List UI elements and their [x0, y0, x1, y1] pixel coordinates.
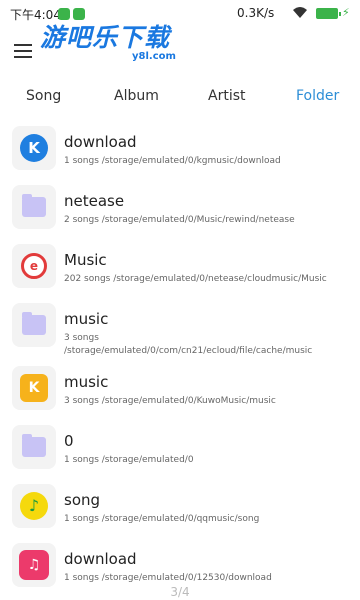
tab-bar: Song Album Artist Folder — [0, 84, 360, 112]
folder-icon — [12, 303, 56, 347]
list-item[interactable]: music 3 songs /storage/emulated/0/com/cn… — [0, 295, 360, 358]
watermark-text: 游吧乐下载 — [40, 23, 171, 52]
folder-name: 0 — [64, 432, 74, 450]
folder-icon — [12, 425, 56, 469]
folder-path: 1 songs /storage/emulated/0/12530/downlo… — [64, 573, 272, 583]
netease-app-icon: e — [12, 244, 56, 288]
watermark-subtext: y8l.com — [132, 51, 176, 62]
page-indicator: 3/4 — [170, 585, 190, 599]
folder-name: download — [64, 133, 137, 151]
folder-path: 1 songs /storage/emulated/0 — [64, 455, 194, 465]
list-item[interactable]: ♪ song 1 songs /storage/emulated/0/qqmus… — [0, 476, 360, 535]
folder-icon — [12, 185, 56, 229]
folder-list: K download 1 songs /storage/emulated/0/k… — [0, 118, 360, 594]
list-item[interactable]: e Music 202 songs /storage/emulated/0/ne… — [0, 236, 360, 295]
list-item[interactable]: K download 1 songs /storage/emulated/0/k… — [0, 118, 360, 177]
network-speed: 0.3K/s — [237, 6, 275, 20]
tab-album[interactable]: Album — [114, 88, 159, 104]
folder-path: 1 songs /storage/emulated/0/qqmusic/song — [64, 514, 260, 524]
qqmusic-app-icon: ♪ — [12, 484, 56, 528]
kuwo-app-icon: K — [12, 366, 56, 410]
list-item[interactable]: netease 2 songs /storage/emulated/0/Musi… — [0, 177, 360, 236]
folder-path: 202 songs /storage/emulated/0/netease/cl… — [64, 274, 327, 284]
folder-path: 2 songs /storage/emulated/0/Music/rewind… — [64, 215, 295, 225]
tab-folder[interactable]: Folder — [296, 88, 339, 104]
list-item[interactable]: 0 1 songs /storage/emulated/0 — [0, 417, 360, 476]
folder-name: music — [64, 310, 109, 328]
folder-path: 1 songs /storage/emulated/0/kgmusic/down… — [64, 156, 281, 166]
folder-name: download — [64, 550, 137, 568]
battery-icon — [316, 8, 341, 19]
migu-app-icon: ♫ — [12, 543, 56, 587]
folder-name: song — [64, 491, 101, 509]
charging-icon: ⚡ — [342, 6, 350, 19]
folder-name: Music — [64, 251, 107, 269]
tab-song[interactable]: Song — [26, 88, 61, 104]
hamburger-icon[interactable] — [14, 44, 32, 58]
list-item[interactable]: K music 3 songs /storage/emulated/0/Kuwo… — [0, 358, 360, 417]
folder-path: 3 songs /storage/emulated/0/com/cn21/ecl… — [64, 333, 313, 356]
kugou-app-icon: K — [12, 126, 56, 170]
watermark-logo: 游吧乐下载 y8l.com — [40, 18, 190, 68]
wifi-icon — [293, 7, 307, 18]
tab-artist[interactable]: Artist — [208, 88, 246, 104]
folder-path: 3 songs /storage/emulated/0/KuwoMusic/mu… — [64, 396, 276, 406]
folder-name: netease — [64, 192, 125, 210]
folder-name: music — [64, 373, 109, 391]
